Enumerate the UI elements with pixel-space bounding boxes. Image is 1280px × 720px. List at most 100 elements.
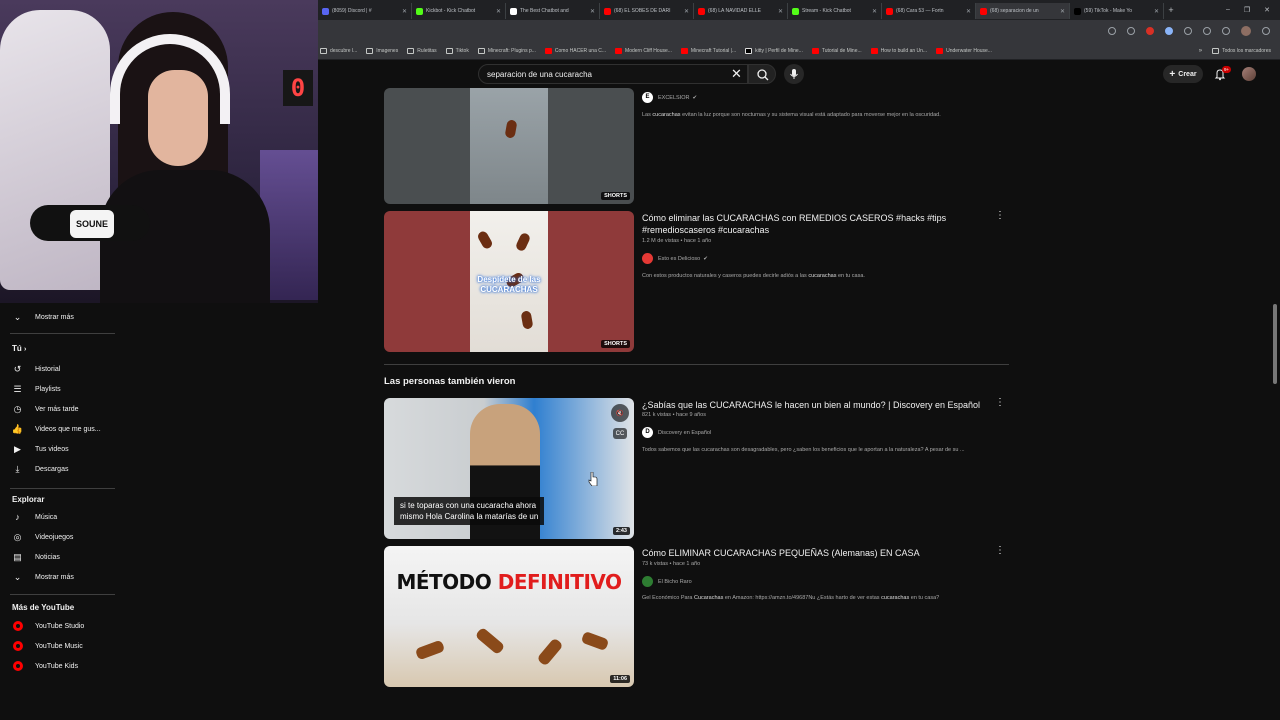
bookmark-item[interactable]: Ruletitas (407, 47, 437, 54)
sidepanel-icon[interactable] (1203, 27, 1211, 35)
sidebar-divider (10, 333, 115, 334)
tab-close-icon[interactable]: ✕ (684, 8, 689, 15)
browser-tab[interactable]: (68) EL SOBES DE DARI ✕ (600, 3, 694, 19)
screen: (8059) Discord | # ✕ Kickbot - Kick Chatbo… (0, 0, 1280, 720)
cockroach-image (474, 626, 506, 656)
bookmark-item[interactable]: Underwater House... (936, 47, 992, 54)
tab-title: (59) TikTok - Make Yo (1084, 8, 1133, 14)
bookmark-item[interactable]: Imagenes (366, 47, 398, 54)
bookmark-item[interactable]: Tutorial de Mine... (811, 47, 862, 54)
extensions-puzzle-icon[interactable] (1184, 27, 1192, 35)
video-title[interactable]: Cómo eliminar las CUCARACHAS con REMEDIO… (642, 212, 946, 236)
sidebar-item-download[interactable]: ⤓ Descargas (0, 460, 115, 478)
sidebar-item-music[interactable]: ♪ Música (0, 508, 115, 526)
result-thumbnail[interactable]: Despídete de las CUCARACHAS SHORTS (384, 211, 634, 352)
create-button[interactable]: + Crear (1163, 65, 1203, 83)
tab-close-icon[interactable]: ✕ (402, 8, 407, 15)
highlighted-term: Cucarachas (693, 595, 724, 601)
bookmark-item[interactable]: descubre l... (320, 47, 357, 54)
sidebar-item-youtube-app[interactable]: YouTube Music (0, 637, 115, 655)
channel-name: Discovery en Español (658, 429, 712, 436)
related-thumbnail[interactable]: MÉTODO DEFINITIVO 11:06 (384, 546, 634, 687)
show-more-button[interactable]: ⌄ Mostrar más (0, 568, 115, 586)
minimize-window-icon[interactable]: – (1226, 6, 1230, 14)
browser-tab[interactable]: Stream - Kick Chatbot ✕ (788, 3, 882, 19)
channel-link[interactable]: Esto es Delicioso ✔ (642, 253, 708, 264)
bookmark-star-icon[interactable] (1127, 27, 1135, 35)
tab-close-icon[interactable]: ✕ (590, 8, 595, 15)
related-thumbnail[interactable]: 🔇 CC si te toparas con una cucaracha aho… (384, 398, 634, 539)
browser-tab[interactable]: (68) Cara 53 — Fortn ✕ (882, 3, 976, 19)
browser-tab[interactable]: (59) TikTok - Make Yo ✕ (1070, 3, 1164, 19)
tab-favicon (980, 7, 987, 15)
tab-close-icon[interactable]: ✕ (1154, 8, 1159, 15)
sidebar-item-youtube-app[interactable]: YouTube Kids (0, 657, 115, 675)
extension-icon[interactable] (1165, 27, 1173, 35)
bookmark-item[interactable]: Minecraft: Plugins p... (477, 47, 536, 54)
more-actions-icon[interactable]: ⋮ (995, 211, 1005, 221)
all-bookmarks-folder[interactable]: Todos los marcadores (1212, 47, 1271, 54)
maximize-window-icon[interactable]: ❐ (1244, 6, 1250, 14)
sidebar-item-your-videos[interactable]: ▶ Tus videos (0, 440, 115, 458)
clock-icon: ◷ (13, 403, 22, 414)
caption-line-2: mismo Hola Carolina la matarías de un (400, 512, 539, 521)
sidebar-item-gaming[interactable]: ◎ Videojuegos (0, 528, 115, 546)
close-window-icon[interactable]: ✕ (1264, 6, 1270, 14)
search-input[interactable]: separacion de una cucaracha (478, 64, 748, 84)
browser-tab[interactable]: Kickbot - Kick Chatbot ✕ (412, 3, 506, 19)
sidebar-item-playlist[interactable]: ☰ Playlists (0, 380, 115, 398)
opera-extension-icon[interactable] (1146, 27, 1154, 35)
microphone-icon (790, 69, 798, 79)
description-text: Con estos productos naturales y caseros … (642, 273, 809, 279)
tab-title: The Best Chatbot and (520, 8, 569, 14)
bookmarks-overflow-icon[interactable]: » (1199, 48, 1202, 54)
downloads-icon[interactable] (1222, 27, 1230, 35)
title-line-2: #remedioscaseros #cucarachas (642, 225, 770, 235)
bookmark-item[interactable]: Modern Cliff House... (615, 47, 672, 54)
channel-link[interactable]: E EXCELSIOR ✔ (642, 92, 697, 103)
video-title[interactable]: Cómo ELIMINAR CUCARACHAS PEQUEÑAS (Alema… (642, 547, 920, 559)
section-divider (384, 364, 1009, 365)
search-query[interactable]: separacion de una cucaracha (487, 70, 592, 79)
browser-tab[interactable]: (68) LA NAVIDAD ELLE ✕ (694, 3, 788, 19)
page-scrollbar[interactable] (1273, 304, 1277, 384)
bookmark-item[interactable]: Minecraft Tutorial |... (680, 47, 736, 54)
bookmark-item[interactable]: kitty | Perfil de Mine... (745, 47, 803, 54)
sidebar-item-news[interactable]: ▤ Noticias (0, 548, 115, 566)
more-actions-icon[interactable]: ⋮ (995, 398, 1005, 408)
result-thumbnail[interactable]: SHORTS (384, 88, 634, 204)
browser-menu-icon[interactable] (1262, 27, 1270, 35)
tab-close-icon[interactable]: ✕ (872, 8, 877, 15)
video-title[interactable]: ¿Sabías que las CUCARACHAS le hacen un b… (642, 399, 980, 411)
bookmark-item[interactable]: Como HACER una C... (544, 47, 606, 54)
account-avatar[interactable] (1242, 67, 1256, 81)
more-actions-icon[interactable]: ⋮ (995, 546, 1005, 556)
voice-search-button[interactable] (784, 64, 804, 84)
cockroach-image (476, 229, 494, 251)
clear-search-icon[interactable]: ✕ (731, 67, 742, 81)
mute-icon[interactable]: 🔇 (611, 404, 629, 422)
bookmark-item[interactable]: Tiktok (445, 47, 469, 54)
sidebar-item-history[interactable]: ↺ Historial (0, 360, 115, 378)
you-section-header[interactable]: Tú › (12, 344, 26, 353)
tab-close-icon[interactable]: ✕ (496, 8, 501, 15)
new-tab-button[interactable]: + (1164, 5, 1178, 15)
channel-link[interactable]: El Bicho Raro (642, 576, 692, 587)
tab-close-icon[interactable]: ✕ (966, 8, 971, 15)
bookmark-item[interactable]: How to build an Un... (870, 47, 927, 54)
closed-captions-icon[interactable]: CC (613, 428, 627, 439)
tab-close-icon[interactable]: ✕ (1060, 8, 1065, 15)
notification-count-badge: 9+ (1222, 66, 1232, 73)
sidebar-item-clock[interactable]: ◷ Ver más tarde (0, 400, 115, 418)
search-button[interactable] (748, 64, 776, 84)
browser-tab[interactable]: (8059) Discord | # ✕ (318, 3, 412, 19)
browser-profile-avatar[interactable] (1241, 26, 1251, 36)
browser-tab[interactable]: The Best Chatbot and ✕ (506, 3, 600, 19)
show-more-button[interactable]: ⌄ Mostrar más (0, 308, 115, 326)
cast-icon[interactable] (1108, 27, 1116, 35)
sidebar-item-youtube-app[interactable]: YouTube Studio (0, 617, 115, 635)
tab-close-icon[interactable]: ✕ (778, 8, 783, 15)
sidebar-item-thumbs-up[interactable]: 👍 Videos que me gus... (0, 420, 115, 438)
browser-tab[interactable]: (68) separacion de un ✕ (976, 3, 1070, 19)
channel-link[interactable]: D Discovery en Español (642, 427, 711, 438)
